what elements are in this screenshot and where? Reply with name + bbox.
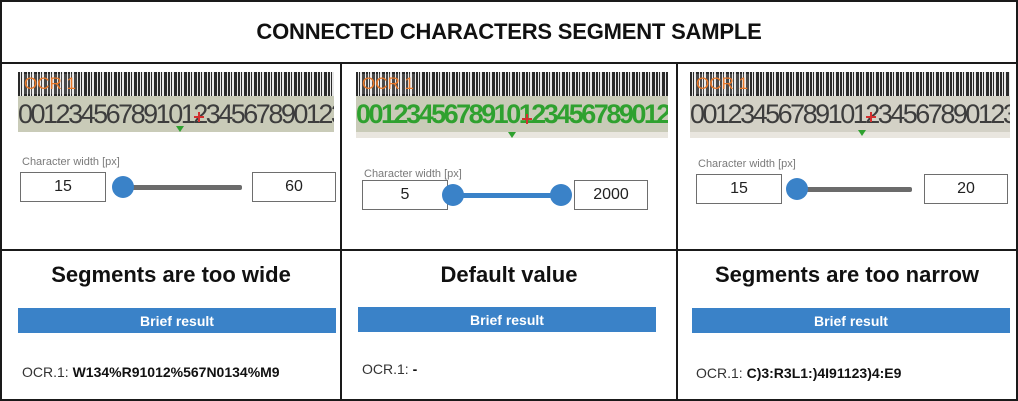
crosshair-icon: [522, 114, 532, 124]
brief-result-header: Brief result: [692, 308, 1010, 333]
panel-caption: Segments are too narrow: [714, 262, 980, 287]
panel-caption: Segments are too wide: [51, 262, 291, 287]
slider-thumb-min[interactable]: [442, 184, 464, 206]
min-value-input[interactable]: 15: [20, 172, 106, 202]
panel-default: OCR 1 001234567891012345678901234567 Cha…: [342, 64, 676, 399]
max-value-input[interactable]: 20: [924, 174, 1008, 204]
max-value-input[interactable]: 2000: [574, 180, 648, 210]
page-title: CONNECTED CHARACTERS SEGMENT SAMPLE: [256, 19, 762, 44]
min-value-input[interactable]: 5: [362, 180, 448, 210]
slider-track[interactable]: [454, 193, 562, 198]
min-value-input[interactable]: 15: [696, 174, 782, 204]
brief-result-header: Brief result: [358, 307, 656, 332]
ocr-image: OCR 1 001234567891012345678901234567: [690, 72, 1010, 138]
slider-label: Character width [px]: [364, 168, 462, 180]
result-line: OCR.1: C)3:R3L1:)4I91123)4:E9: [696, 365, 901, 381]
brief-result-header: Brief result: [18, 308, 336, 333]
crosshair-icon: [194, 112, 204, 122]
marker-icon: [176, 126, 184, 132]
result-line: OCR.1: -: [362, 361, 417, 377]
marker-icon: [858, 130, 866, 136]
marker-icon: [508, 132, 516, 138]
result-prefix: OCR.1:: [696, 365, 743, 381]
result-value: W134%R91012%567N0134%M9: [72, 364, 280, 380]
slider-label: Character width [px]: [22, 156, 120, 168]
ocr-digits: 001234567891012345678901234567: [690, 96, 1010, 132]
ocr-image: OCR 1 001234567891012345678901234567: [356, 72, 668, 138]
slider-thumb[interactable]: [112, 176, 134, 198]
ocr-tag: OCR 1: [22, 74, 78, 94]
crosshair-icon: [866, 112, 876, 122]
max-value-input[interactable]: 60: [252, 172, 336, 202]
slider-track[interactable]: [796, 187, 912, 192]
slider-thumb-max[interactable]: [550, 184, 572, 206]
ocr-tag: OCR 1: [694, 74, 750, 94]
ocr-tag: OCR 1: [360, 74, 416, 94]
result-prefix: OCR.1:: [22, 364, 69, 380]
panel-too-wide: OCR 1 0012345678910123456789012345678 Ch…: [2, 64, 340, 399]
slider-label: Character width [px]: [698, 158, 796, 170]
ocr-image: OCR 1 0012345678910123456789012345678: [18, 72, 334, 132]
result-value: C)3:R3L1:)4I91123)4:E9: [746, 365, 902, 381]
slider-track[interactable]: [120, 185, 242, 190]
panel-caption: Default value: [440, 262, 578, 287]
ocr-digits: 001234567891012345678901234567: [356, 96, 668, 132]
result-prefix: OCR.1:: [362, 361, 409, 377]
slider-thumb[interactable]: [786, 178, 808, 200]
result-line: OCR.1: W134%R91012%567N0134%M9: [22, 364, 280, 380]
panel-too-narrow: OCR 1 001234567891012345678901234567 Cha…: [678, 64, 1016, 399]
result-value: -: [412, 361, 418, 377]
